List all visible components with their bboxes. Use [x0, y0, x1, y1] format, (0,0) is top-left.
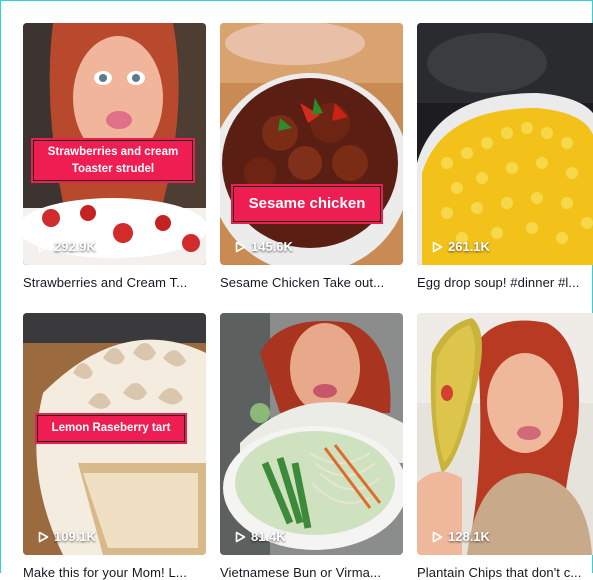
play-icon: [38, 531, 49, 542]
video-thumbnail[interactable]: Lemon Raseberry tart 109.1K: [23, 313, 206, 555]
video-overlay-title: Lemon Raseberry tart: [37, 415, 185, 442]
play-icon: [38, 241, 49, 252]
thumbnail-image: [417, 313, 593, 555]
video-caption[interactable]: Strawberries and Cream T...: [23, 275, 206, 290]
video-thumbnail[interactable]: 81.4K: [220, 313, 403, 555]
video-grid-frame: Strawberries and cream Toaster strudel 2…: [0, 0, 593, 580]
video-thumbnail[interactable]: 261.1K: [417, 23, 593, 265]
video-caption[interactable]: Vietnamese Bun or Virma...: [220, 565, 403, 580]
view-count-text: 261.1K: [448, 239, 490, 254]
video-caption[interactable]: Make this for your Mom! L...: [23, 565, 206, 580]
play-icon: [235, 531, 246, 542]
video-overlay-title: Sesame chicken: [233, 186, 381, 222]
video-card[interactable]: Sesame chicken 145.6K Sesame Chicken Tak…: [220, 23, 403, 290]
play-icon: [432, 241, 443, 252]
play-icon: [432, 531, 443, 542]
video-card[interactable]: Strawberries and cream Toaster strudel 2…: [23, 23, 206, 290]
video-card[interactable]: 128.1K Plantain Chips that don't c...: [417, 313, 593, 580]
video-thumbnail[interactable]: Strawberries and cream Toaster strudel 2…: [23, 23, 206, 265]
view-count: 109.1K: [38, 529, 96, 544]
play-icon: [235, 241, 246, 252]
video-thumbnail[interactable]: 128.1K: [417, 313, 593, 555]
video-card[interactable]: 261.1K Egg drop soup! #dinner #l...: [417, 23, 593, 290]
video-card[interactable]: 81.4K Vietnamese Bun or Virma...: [220, 313, 403, 580]
video-overlay-title: Strawberries and cream Toaster strudel: [33, 140, 193, 182]
thumbnail-image: [417, 23, 593, 265]
view-count-text: 109.1K: [54, 529, 96, 544]
video-thumbnail[interactable]: Sesame chicken 145.6K: [220, 23, 403, 265]
view-count: 292.9K: [38, 239, 96, 254]
view-count-text: 145.6K: [251, 239, 293, 254]
view-count-text: 292.9K: [54, 239, 96, 254]
video-caption[interactable]: Plantain Chips that don't c...: [417, 565, 593, 580]
view-count-text: 81.4K: [251, 529, 286, 544]
view-count-text: 128.1K: [448, 529, 490, 544]
video-caption[interactable]: Egg drop soup! #dinner #l...: [417, 275, 593, 290]
thumbnail-image: [220, 23, 403, 265]
view-count: 261.1K: [432, 239, 490, 254]
video-caption[interactable]: Sesame Chicken Take out...: [220, 275, 403, 290]
video-card[interactable]: Lemon Raseberry tart 109.1K Make this fo…: [23, 313, 206, 580]
view-count: 128.1K: [432, 529, 490, 544]
view-count: 81.4K: [235, 529, 286, 544]
view-count: 145.6K: [235, 239, 293, 254]
thumbnail-image: [220, 313, 403, 555]
